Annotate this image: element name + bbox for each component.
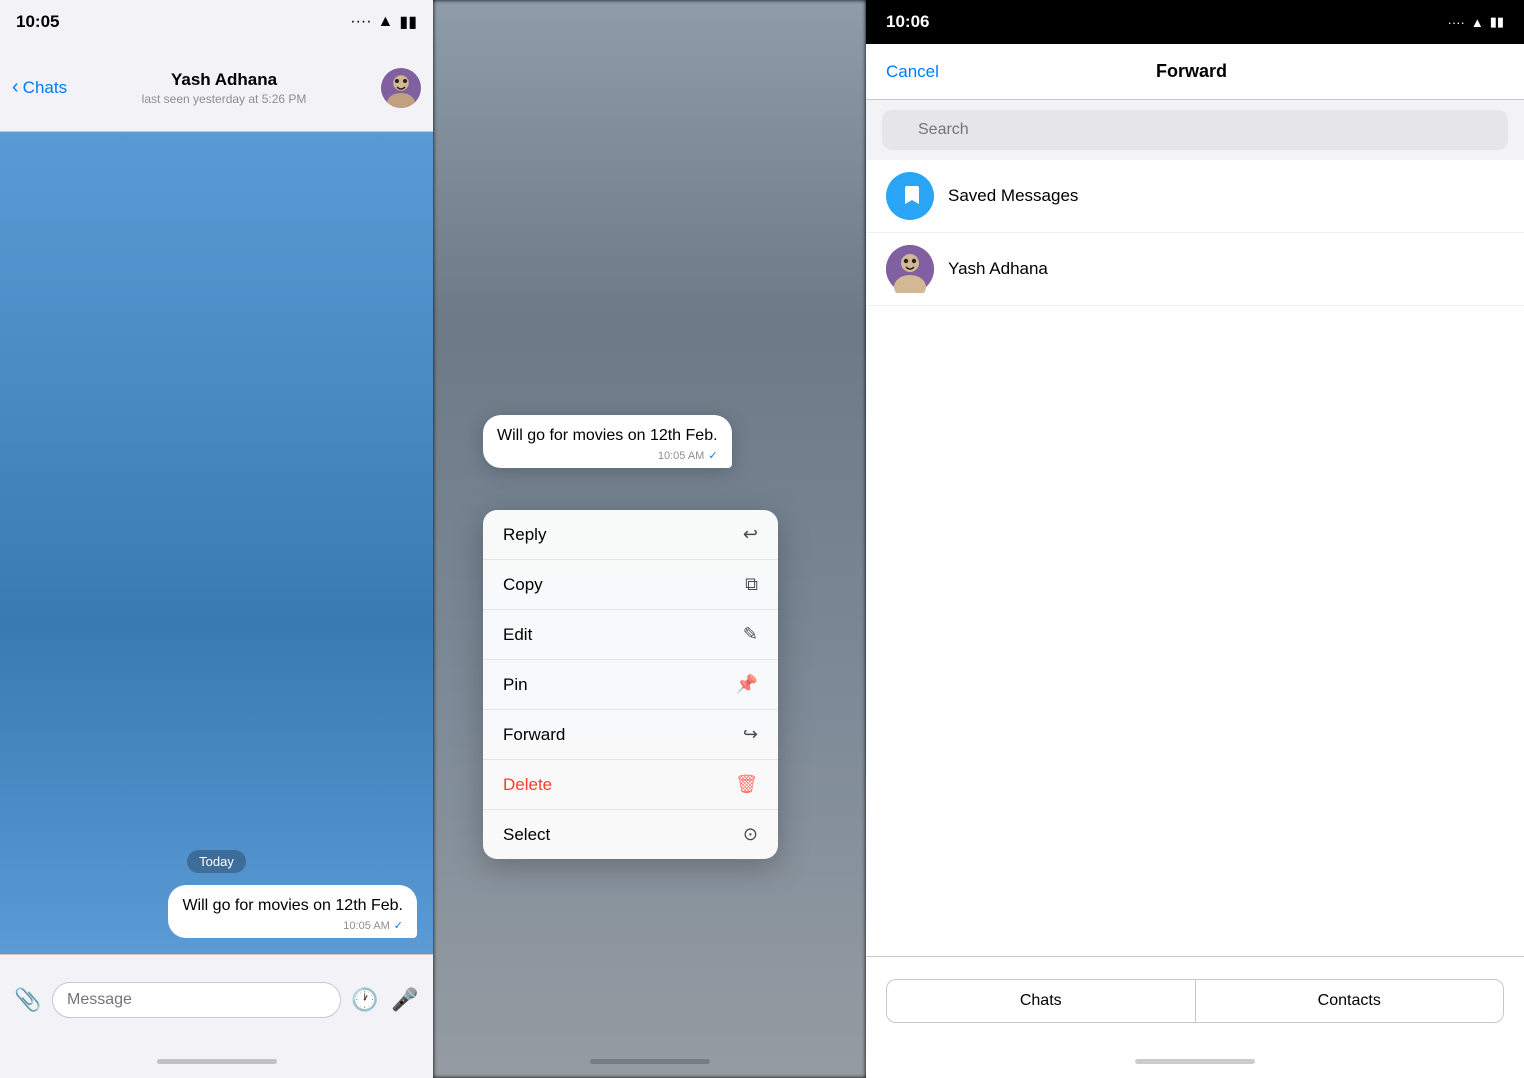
menu-item-copy[interactable]: Copy ⧉	[483, 560, 778, 610]
menu-edit-label: Edit	[503, 625, 532, 645]
forward-icon: ↪	[743, 724, 758, 745]
forward-bottom-tabs: Chats Contacts	[866, 956, 1524, 1044]
pin-icon: 📌	[736, 674, 758, 695]
message-bubble[interactable]: Will go for movies on 12th Feb. 10:05 AM…	[168, 885, 417, 938]
context-message-bubble: Will go for movies on 12th Feb. 10:05 AM…	[483, 415, 732, 468]
forward-home-bar	[1135, 1059, 1255, 1064]
context-home-bar	[590, 1059, 710, 1064]
yash-avatar	[886, 245, 934, 293]
bubble-time: 10:05 AM	[343, 920, 389, 932]
menu-pin-label: Pin	[503, 675, 528, 695]
signal-icon: ····	[350, 13, 371, 31]
chat-status-bar: 10:05 ···· ▲ ▮▮	[0, 0, 433, 44]
forward-status-time: 10:06	[886, 12, 929, 32]
back-button[interactable]: ‹ Chats	[12, 76, 67, 99]
chat-nav-bar: ‹ Chats Yash Adhana last seen yesterday …	[0, 44, 433, 132]
date-badge: Today	[187, 850, 246, 873]
battery-icon: ▮▮	[399, 12, 417, 32]
menu-forward-label: Forward	[503, 725, 565, 745]
tab-contacts[interactable]: Contacts	[1195, 979, 1505, 1023]
copy-icon: ⧉	[745, 574, 758, 595]
contact-item-yash[interactable]: Yash Adhana	[866, 233, 1524, 306]
read-check-icon: ✓	[394, 919, 403, 932]
select-icon: ⊙	[743, 824, 758, 845]
forward-status-icons: ···· ▲ ▮▮	[1447, 14, 1504, 30]
forward-nav: Cancel Forward	[866, 44, 1524, 100]
contact-item-saved[interactable]: Saved Messages	[866, 160, 1524, 233]
context-read-check: ✓	[708, 449, 717, 462]
context-menu: Reply ↩ Copy ⧉ Edit ✎ Pin 📌 Forward ↪ De…	[483, 510, 778, 859]
context-home-indicator	[433, 1044, 866, 1078]
chat-status-time: 10:05	[16, 12, 59, 32]
tab-chats[interactable]: Chats	[886, 979, 1195, 1023]
forward-wifi-icon: ▲	[1471, 15, 1484, 30]
bubble-meta: 10:05 AM ✓	[182, 919, 403, 932]
home-bar	[157, 1059, 277, 1064]
delete-icon: 🗑	[735, 774, 758, 795]
forward-battery-icon: ▮▮	[1490, 14, 1504, 30]
forward-status-bar: 10:06 ···· ▲ ▮▮	[866, 0, 1524, 44]
panel-chat: 10:05 ···· ▲ ▮▮ ‹ Chats Yash Adhana last…	[0, 0, 433, 1078]
edit-icon: ✎	[743, 624, 758, 645]
context-bubble-text: Will go for movies on 12th Feb.	[497, 425, 718, 447]
context-bubble-time: 10:05 AM	[658, 450, 704, 462]
yash-name: Yash Adhana	[948, 259, 1048, 279]
menu-delete-label: Delete	[503, 775, 552, 795]
chat-status-icons: ···· ▲ ▮▮	[350, 12, 417, 32]
chat-body: Today Will go for movies on 12th Feb. 10…	[0, 132, 433, 954]
forward-search-bar: 🔍	[866, 100, 1524, 160]
menu-item-edit[interactable]: Edit ✎	[483, 610, 778, 660]
microphone-icon[interactable]: 🎤	[389, 984, 421, 1016]
menu-item-delete[interactable]: Delete 🗑	[483, 760, 778, 810]
home-indicator	[0, 1044, 433, 1078]
menu-select-label: Select	[503, 825, 550, 845]
panel-forward: 10:06 ···· ▲ ▮▮ Cancel Forward 🔍 Saved M…	[866, 0, 1524, 1078]
menu-item-select[interactable]: Select ⊙	[483, 810, 778, 859]
menu-item-pin[interactable]: Pin 📌	[483, 660, 778, 710]
menu-item-forward[interactable]: Forward ↪	[483, 710, 778, 760]
contact-name: Yash Adhana	[171, 70, 277, 90]
contact-avatar[interactable]	[381, 68, 421, 108]
context-bubble-meta: 10:05 AM ✓	[497, 449, 718, 462]
back-label: Chats	[23, 78, 67, 98]
contacts-list: Saved Messages Yash Adhana	[866, 160, 1524, 956]
contact-status: last seen yesterday at 5:26 PM	[142, 92, 307, 106]
forward-signal-icon: ····	[1447, 15, 1464, 30]
contact-info: Yash Adhana last seen yesterday at 5:26 …	[142, 70, 307, 106]
saved-messages-avatar	[886, 172, 934, 220]
panel-context: Will go for movies on 12th Feb. 10:05 AM…	[433, 0, 866, 1078]
wifi-icon: ▲	[378, 13, 394, 31]
menu-copy-label: Copy	[503, 575, 543, 595]
saved-messages-name: Saved Messages	[948, 186, 1078, 206]
forward-title: Forward	[1156, 61, 1227, 82]
chat-input-bar: 📎 🕐 🎤	[0, 954, 433, 1044]
bubble-text: Will go for movies on 12th Feb.	[182, 895, 403, 917]
menu-reply-label: Reply	[503, 525, 546, 545]
search-input[interactable]	[882, 110, 1508, 150]
reply-icon: ↩	[743, 524, 758, 545]
attachment-icon[interactable]: 📎	[12, 984, 44, 1016]
cancel-button[interactable]: Cancel	[886, 62, 939, 82]
menu-item-reply[interactable]: Reply ↩	[483, 510, 778, 560]
search-wrapper: 🔍	[882, 110, 1508, 150]
message-input[interactable]	[52, 982, 341, 1018]
forward-home-indicator	[866, 1044, 1524, 1078]
sticker-icon[interactable]: 🕐	[349, 984, 381, 1016]
chevron-left-icon: ‹	[12, 76, 19, 99]
